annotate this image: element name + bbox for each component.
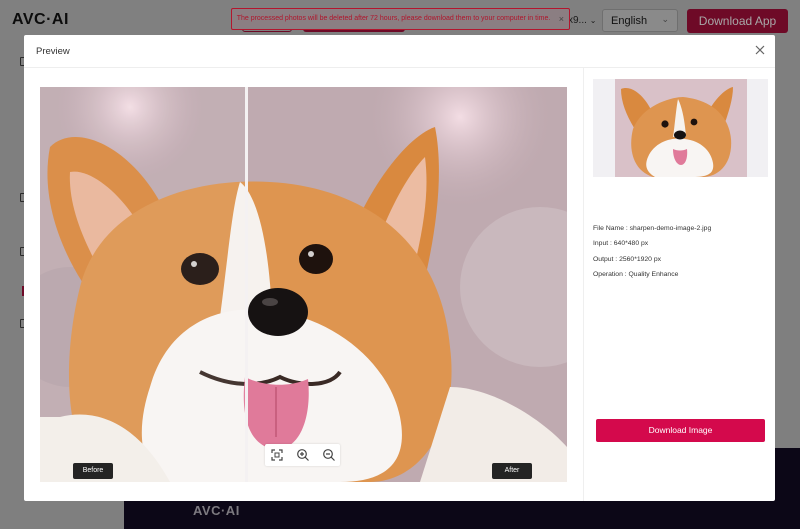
after-label: After xyxy=(492,463,532,479)
zoom-toolbar xyxy=(265,444,340,466)
preview-modal: Preview Before After File Name: sharpen… xyxy=(24,35,775,501)
corgi-thumbnail-image xyxy=(615,79,747,177)
modal-title: Preview xyxy=(36,46,70,57)
account-menu[interactable]: x9... ⌄ xyxy=(568,15,596,26)
comparison-slider-handle[interactable] xyxy=(245,87,248,482)
deletion-notice-toast: The processed photos will be deleted aft… xyxy=(231,8,570,30)
file-name-line: File Name : sharpen-demo-image-2.jpg xyxy=(593,225,712,232)
language-label: English xyxy=(611,15,648,27)
fit-screen-icon[interactable] xyxy=(270,448,284,462)
operation-line: Operation : Quality Enhance xyxy=(593,271,679,278)
close-icon[interactable]: × xyxy=(559,9,564,29)
site-logo[interactable]: AVC·AI xyxy=(12,11,69,29)
language-select[interactable]: English ⌄ xyxy=(602,9,678,32)
account-label: x9... xyxy=(568,15,587,26)
chevron-down-icon: ⌄ xyxy=(589,16,597,25)
download-app-button[interactable]: Download App xyxy=(687,9,788,33)
output-size-line: Output : 2560*1920 px xyxy=(593,256,662,263)
result-thumbnail xyxy=(593,79,768,177)
chevron-down-icon: ⌄ xyxy=(661,14,669,24)
download-image-button[interactable]: Download Image xyxy=(596,419,765,442)
zoom-out-icon[interactable] xyxy=(322,448,336,462)
before-label: Before xyxy=(73,463,113,479)
toast-message: The processed photos will be deleted aft… xyxy=(236,15,551,22)
close-icon[interactable] xyxy=(753,43,767,57)
download-app-label: Download App xyxy=(698,14,777,28)
zoom-in-icon[interactable] xyxy=(296,448,310,462)
modal-header: Preview xyxy=(24,35,775,68)
footer-logo: AVC·AI xyxy=(193,503,240,518)
image-info-panel: File Name : sharpen-demo-image-2.jpg Inp… xyxy=(583,68,775,501)
before-after-comparison[interactable]: Before After xyxy=(40,87,567,482)
input-size-line: Input : 640*480 px xyxy=(593,240,649,247)
corgi-photo xyxy=(40,87,567,482)
